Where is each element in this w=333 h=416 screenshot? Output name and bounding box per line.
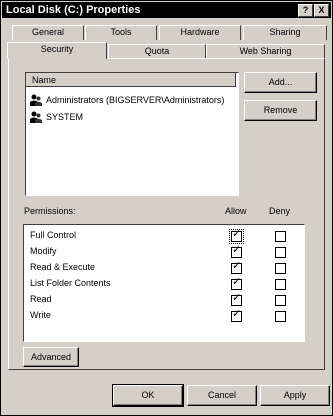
allow-checkbox[interactable]: ✓ <box>231 244 242 258</box>
deny-checkbox[interactable] <box>275 295 286 306</box>
users-list[interactable]: Name Administrators (BIGSERVER\Administr… <box>25 72 239 196</box>
permission-row-full-control: Full Control ✓ <box>24 228 304 244</box>
help-button[interactable]: ? <box>298 4 313 17</box>
add-button[interactable]: Add... <box>244 72 317 93</box>
tab-general[interactable]: General <box>12 25 84 40</box>
close-button[interactable]: X <box>314 4 329 17</box>
allow-checkbox[interactable]: ✓ <box>229 228 244 244</box>
tab-web-sharing[interactable]: Web Sharing <box>206 44 325 59</box>
check-mark: ✓ <box>232 292 242 304</box>
permission-name: Full Control <box>30 230 77 240</box>
deny-checkbox[interactable] <box>275 247 286 258</box>
permission-name: List Folder Contents <box>30 278 111 288</box>
permission-row-modify: Modify ✓ <box>24 244 304 260</box>
check-mark: ✓ <box>232 260 242 272</box>
tab-sharing[interactable]: Sharing <box>243 25 327 40</box>
permission-row-read: Read ✓ <box>24 292 304 308</box>
ok-button[interactable]: OK <box>112 384 184 407</box>
window-title: Local Disk (C:) Properties <box>6 4 141 16</box>
allow-checkbox[interactable]: ✓ <box>231 308 242 322</box>
permission-name: Read <box>30 294 52 304</box>
check-mark: ✓ <box>232 276 242 288</box>
deny-column-header: Deny <box>269 206 291 216</box>
apply-button[interactable]: Apply <box>260 385 330 406</box>
deny-checkbox[interactable] <box>275 263 286 274</box>
title-bar[interactable]: Local Disk (C:) Properties ? X <box>2 2 331 18</box>
cancel-button[interactable]: Cancel <box>187 385 257 406</box>
allow-checkbox[interactable]: ✓ <box>231 292 242 306</box>
advanced-button[interactable]: Advanced <box>23 347 79 367</box>
user-group-icon <box>30 111 42 123</box>
check-mark: ✓ <box>232 308 242 320</box>
deny-checkbox[interactable] <box>275 231 286 242</box>
user-label: Administrators (BIGSERVER\Administrators… <box>46 95 225 105</box>
check-mark: ✓ <box>232 228 242 240</box>
user-group-icon <box>30 94 42 106</box>
allow-column-header: Allow <box>225 206 247 216</box>
permission-name: Read & Execute <box>30 262 96 272</box>
permission-row-write: Write ✓ <box>24 308 304 324</box>
tab-hardware[interactable]: Hardware <box>159 25 241 40</box>
remove-button[interactable]: Remove <box>244 100 317 121</box>
deny-checkbox[interactable] <box>275 311 286 322</box>
tab-tools[interactable]: Tools <box>85 25 157 40</box>
user-label: SYSTEM <box>46 112 84 122</box>
allow-checkbox[interactable]: ✓ <box>231 276 242 290</box>
tab-quota[interactable]: Quota <box>108 44 206 59</box>
allow-checkbox[interactable]: ✓ <box>231 260 242 274</box>
permission-row-list-folder-contents: List Folder Contents ✓ <box>24 276 304 292</box>
permissions-label: Permissions: <box>24 206 76 216</box>
tab-security[interactable]: Security <box>7 42 107 59</box>
permission-name: Write <box>30 310 51 320</box>
name-column-header[interactable]: Name <box>26 73 236 87</box>
deny-checkbox[interactable] <box>275 279 286 290</box>
permissions-list: Full Control ✓ Modify ✓ Read & Execute ✓… <box>23 224 305 342</box>
permission-name: Modify <box>30 246 57 256</box>
properties-dialog: Local Disk (C:) Properties ? X General T… <box>0 0 333 416</box>
check-mark: ✓ <box>232 244 242 256</box>
permission-row-read-execute: Read & Execute ✓ <box>24 260 304 276</box>
